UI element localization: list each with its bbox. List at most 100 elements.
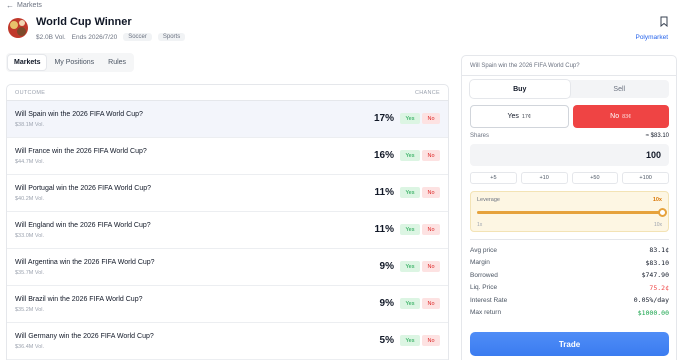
stat-label: Borrowed (470, 271, 498, 279)
shares-input[interactable]: 100 (470, 144, 669, 166)
market-header: World Cup Winner $2.0B Vol. Ends 2026/7/… (8, 16, 672, 46)
stat-label: Liq. Price (470, 284, 498, 292)
buy-no-button[interactable]: No (422, 298, 440, 309)
column-outcome: OUTCOME (15, 89, 46, 96)
outcome-chance: 5% (379, 335, 394, 346)
outcome-question: Will England win the 2026 FIFA World Cup… (15, 222, 151, 229)
buy-no-button[interactable]: No (422, 187, 440, 198)
outcome-volume: $36.4M Vol. (15, 344, 45, 350)
outcome-row-argentina[interactable]: Will Argentina win the 2026 FIFA World C… (7, 249, 448, 286)
leverage-min: 1x (477, 222, 483, 228)
stat-interest-rate: Interest Rate 0.05%/day (470, 294, 669, 307)
leverage-slider-track[interactable] (477, 211, 662, 214)
buy-yes-button[interactable]: Yes (400, 261, 420, 272)
outcomes-header: OUTCOME CHANCE (7, 85, 448, 101)
stat-borrowed: Borrowed $747.90 (470, 269, 669, 282)
tab-markets[interactable]: Markets (8, 55, 47, 70)
buy-yes-button[interactable]: Yes (400, 298, 420, 309)
outcome-question: Will Argentina win the 2026 FIFA World C… (15, 259, 155, 266)
outcome-row-portugal[interactable]: Will Portugal win the 2026 FIFA World Cu… (7, 175, 448, 212)
leverage-label: Leverage (477, 197, 500, 203)
stat-value: 75.2¢ (649, 283, 669, 292)
no-side-button[interactable]: No 83¢ (572, 105, 669, 128)
buy-no-button[interactable]: No (422, 261, 440, 272)
outcome-question: Will Portugal win the 2026 FIFA World Cu… (15, 185, 152, 192)
stat-label: Interest Rate (470, 296, 508, 304)
buy-yes-button[interactable]: Yes (400, 187, 420, 198)
quick-add-100-button[interactable]: +100 (622, 172, 669, 184)
shares-label: Shares (470, 133, 490, 139)
buy-yes-button[interactable]: Yes (400, 335, 420, 346)
stat-value: $1000.00 (637, 308, 669, 317)
outcome-row-france[interactable]: Will France win the 2026 FIFA World Cup?… (7, 138, 448, 175)
outcome-question: Will Germany win the 2026 FIFA World Cup… (15, 333, 154, 340)
no-side-price: 83¢ (622, 113, 632, 120)
buy-yes-button[interactable]: Yes (400, 113, 420, 124)
market-tabs: Markets My Positions Rules (6, 53, 135, 72)
outcome-row-germany[interactable]: Will Germany win the 2026 FIFA World Cup… (7, 323, 448, 360)
divider (470, 239, 669, 240)
page-title: World Cup Winner (36, 16, 132, 28)
market-end-date: Ends 2026/7/20 (71, 33, 118, 41)
trade-panel: Will Spain win the 2026 FIFA World Cup? … (461, 55, 677, 360)
buy-no-button[interactable]: No (422, 335, 440, 346)
yes-side-label: Yes (507, 113, 519, 120)
tag-sports[interactable]: Sports (157, 33, 186, 41)
outcome-question: Will Spain win the 2026 FIFA World Cup? (15, 111, 143, 118)
stat-value: $747.90 (641, 271, 669, 280)
outcome-chance: 11% (374, 224, 394, 235)
tab-my-positions[interactable]: My Positions (48, 55, 100, 70)
outcome-chance: 11% (374, 187, 394, 198)
arrow-left-icon: ← (6, 1, 14, 10)
polymarket-link[interactable]: Polymarket (635, 34, 668, 41)
outcome-chance: 17% (373, 113, 394, 124)
outcome-volume: $33.0M Vol. (15, 233, 45, 239)
divider (462, 75, 676, 76)
yes-side-price: 17¢ (521, 113, 532, 120)
outcomes-table: OUTCOME CHANCE Will Spain win the 2026 F… (6, 84, 449, 360)
tab-rules[interactable]: Rules (102, 55, 132, 70)
shares-label-row: Shares ≈ $83.10 (470, 133, 669, 139)
leverage-slider-handle[interactable] (657, 208, 667, 217)
outcome-row-brazil[interactable]: Will Brazil win the 2026 FIFA World Cup?… (7, 286, 448, 323)
back-label: Markets (17, 2, 42, 9)
outcome-row-england[interactable]: Will England win the 2026 FIFA World Cup… (7, 212, 448, 249)
column-chance: CHANCE (414, 89, 440, 96)
leverage-value: 10x (652, 197, 662, 203)
buy-no-button[interactable]: No (422, 113, 440, 124)
quick-add-buttons: +5 +10 +50 +100 (470, 172, 669, 184)
buy-sell-toggle: Buy Sell (470, 80, 669, 98)
trade-button[interactable]: Trade (470, 332, 669, 356)
outcome-row-spain[interactable]: Will Spain win the 2026 FIFA World Cup? … (7, 101, 448, 138)
tag-soccer[interactable]: Soccer (123, 33, 152, 41)
order-summary: Avg price 83.1¢ Margin $83.10 Borrowed $… (470, 244, 669, 319)
buy-tab[interactable]: Buy (470, 80, 570, 98)
leverage-max: 10x (653, 222, 662, 228)
buy-yes-button[interactable]: Yes (400, 150, 420, 161)
quick-add-10-button[interactable]: +10 (520, 172, 568, 184)
market-meta: $2.0B Vol. Ends 2026/7/20 Soccer Sports (36, 33, 186, 41)
stat-value: 83.1¢ (649, 246, 669, 255)
bookmark-icon[interactable] (660, 16, 668, 27)
stat-label: Margin (470, 259, 490, 267)
stat-label: Max return (470, 309, 502, 317)
outcome-volume: $38.1M Vol. (15, 122, 45, 128)
stat-margin: Margin $83.10 (470, 257, 669, 270)
stat-max-return: Max return $1000.00 (470, 307, 669, 320)
stat-value: $83.10 (645, 258, 669, 267)
yes-side-button[interactable]: Yes 17¢ (470, 105, 569, 128)
stat-value: 0.05%/day (633, 296, 669, 305)
stat-label: Avg price (470, 246, 497, 254)
outcome-question: Will France win the 2026 FIFA World Cup? (15, 148, 147, 155)
back-to-markets-link[interactable]: ← Markets (6, 1, 42, 10)
buy-yes-button[interactable]: Yes (400, 224, 420, 235)
market-volume: $2.0B Vol. (36, 33, 66, 41)
buy-no-button[interactable]: No (422, 224, 440, 235)
no-side-label: No (610, 113, 620, 120)
outcome-volume: $35.2M Vol. (15, 307, 45, 313)
quick-add-50-button[interactable]: +50 (571, 172, 619, 184)
quick-add-5-button[interactable]: +5 (470, 172, 517, 184)
buy-no-button[interactable]: No (422, 150, 440, 161)
market-logo (8, 18, 28, 38)
sell-tab[interactable]: Sell (570, 80, 670, 98)
